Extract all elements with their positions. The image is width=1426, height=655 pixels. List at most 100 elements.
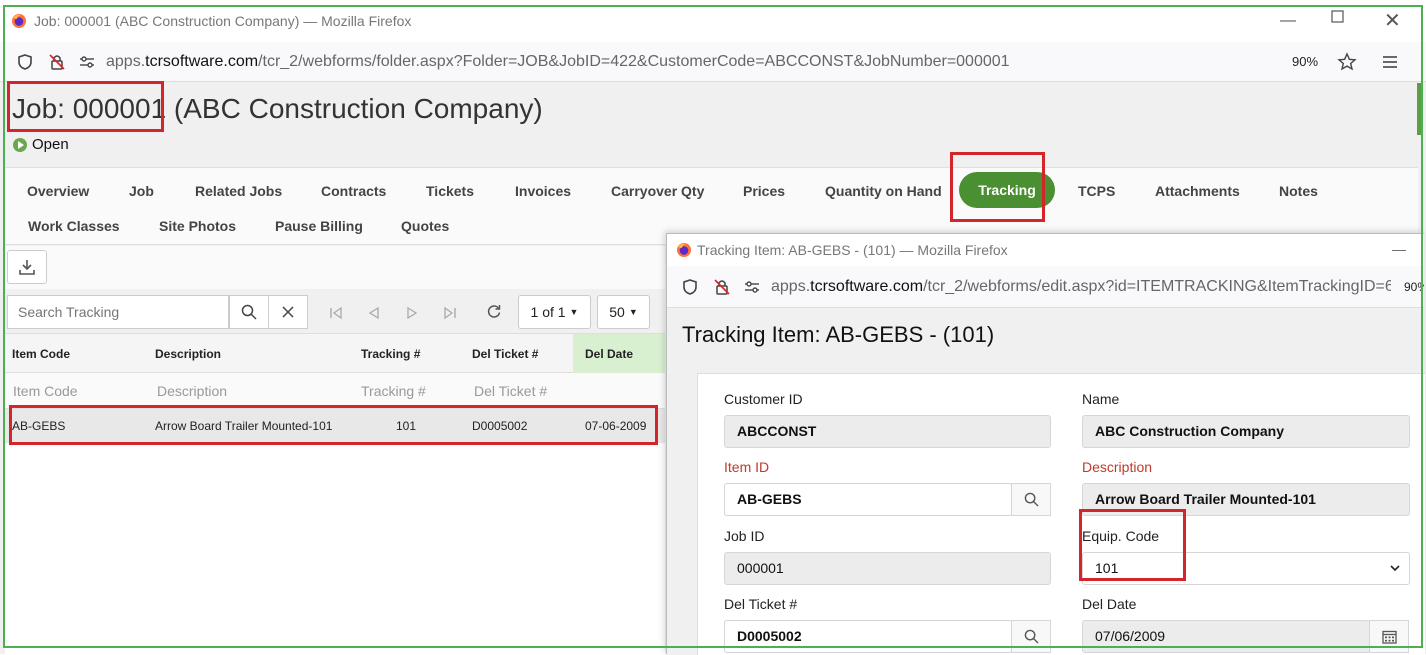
equip-code-select[interactable]: 101 — [1082, 552, 1410, 585]
clear-icon — [281, 305, 295, 319]
tab-tcps[interactable]: TCPS — [1078, 183, 1115, 199]
caret-down-icon: ▼ — [569, 307, 579, 317]
shield-icon[interactable] — [16, 53, 34, 71]
tab-invoices[interactable]: Invoices — [515, 183, 571, 199]
search-button[interactable] — [229, 295, 269, 329]
del-date-field[interactable]: 07/06/2009 — [1082, 620, 1370, 653]
zoom-level[interactable]: 90% — [1292, 54, 1318, 69]
insecure-lock-icon[interactable] — [713, 278, 731, 296]
url-bar[interactable]: apps.tcrsoftware.com/tcr_2/webforms/fold… — [0, 42, 1426, 82]
search-icon — [1024, 492, 1039, 507]
title-bar: Job: 000001 (ABC Construction Company) —… — [0, 0, 1426, 42]
cell-description: Arrow Board Trailer Mounted-101 — [155, 419, 333, 433]
tab-tickets[interactable]: Tickets — [426, 183, 474, 199]
maximize-icon[interactable] — [1331, 10, 1344, 23]
refresh-icon[interactable] — [486, 303, 502, 319]
site-settings-icon[interactable] — [78, 53, 96, 71]
status-text: Open — [32, 136, 69, 153]
tab-tracking[interactable]: Tracking — [959, 172, 1055, 208]
filter-description[interactable]: Description — [157, 383, 227, 399]
tab-prices[interactable]: Prices — [743, 183, 785, 199]
tab-overview[interactable]: Overview — [27, 183, 89, 199]
download-button[interactable] — [7, 250, 47, 284]
popup-zoom-level[interactable]: 90% — [1404, 280, 1424, 294]
tracking-item-popup-window: Tracking Item: AB-GEBS - (101) — Mozilla… — [666, 233, 1425, 655]
window-title: Job: 000001 (ABC Construction Company) —… — [34, 13, 412, 29]
del-ticket-label: Del Ticket # — [724, 596, 798, 612]
play-circle-icon — [13, 137, 27, 152]
search-input[interactable] — [7, 295, 229, 329]
customer-id-label: Customer ID — [724, 391, 803, 407]
item-id-field[interactable]: AB-GEBS — [724, 483, 1012, 516]
tab-quantity-on-hand[interactable]: Quantity on Hand — [825, 183, 942, 199]
grid-header: Item Code Description Tracking # Del Tic… — [5, 333, 665, 373]
popup-url-text[interactable]: apps.tcrsoftware.com/tcr_2/webforms/edit… — [771, 278, 1391, 296]
tab-contracts[interactable]: Contracts — [321, 183, 386, 199]
table-row[interactable]: AB-GEBS Arrow Board Trailer Mounted-101 … — [5, 409, 665, 443]
popup-title-bar: Tracking Item: AB-GEBS - (101) — Mozilla… — [667, 234, 1424, 266]
grid-toolbar — [5, 246, 665, 289]
column-header-del-ticket[interactable]: Del Ticket # — [472, 347, 538, 361]
last-page-icon[interactable] — [443, 306, 457, 320]
description-field[interactable]: Arrow Board Trailer Mounted-101 — [1082, 483, 1410, 516]
tab-pause-billing[interactable]: Pause Billing — [275, 218, 363, 234]
page-size-select[interactable]: 50 ▼ — [597, 295, 650, 329]
close-icon[interactable]: ✕ — [1384, 8, 1401, 33]
popup-url-bar[interactable]: apps.tcrsoftware.com/tcr_2/webforms/edit… — [667, 266, 1424, 308]
site-settings-icon[interactable] — [743, 278, 761, 296]
tracking-form: Customer ID ABCCONST Name ABC Constructi… — [697, 373, 1425, 655]
tab-attachments[interactable]: Attachments — [1155, 183, 1240, 199]
scrollbar-thumb[interactable] — [1417, 83, 1423, 135]
tab-notes[interactable]: Notes — [1279, 183, 1318, 199]
del-ticket-field[interactable]: D0005002 — [724, 620, 1012, 653]
filter-tracking[interactable]: Tracking # — [361, 383, 426, 399]
tab-carryover-qty[interactable]: Carryover Qty — [611, 183, 704, 199]
cell-item-code: AB-GEBS — [12, 419, 66, 433]
previous-page-icon[interactable] — [367, 306, 381, 320]
firefox-icon — [676, 242, 692, 258]
tab-job[interactable]: Job — [129, 183, 154, 199]
tab-site-photos[interactable]: Site Photos — [159, 218, 236, 234]
date-picker-button[interactable] — [1369, 620, 1409, 653]
column-header-del-date[interactable]: Del Date — [585, 347, 633, 361]
minimize-icon[interactable]: — — [1280, 12, 1296, 30]
bookmark-star-icon[interactable] — [1337, 51, 1357, 72]
tab-quotes[interactable]: Quotes — [401, 218, 449, 234]
chevron-down-icon — [1389, 553, 1401, 584]
page-title: Job: 000001 (ABC Construction Company) — [12, 93, 543, 125]
column-header-item-code[interactable]: Item Code — [12, 347, 70, 361]
del-ticket-lookup-button[interactable] — [1011, 620, 1051, 653]
cell-del-ticket: D0005002 — [472, 419, 528, 433]
equip-code-value: 101 — [1095, 560, 1119, 576]
popup-page-title: Tracking Item: AB-GEBS - (101) — [682, 322, 995, 347]
filter-del-ticket[interactable]: Del Ticket # — [474, 383, 547, 399]
url-text[interactable]: apps.tcrsoftware.com/tcr_2/webforms/fold… — [106, 53, 1010, 71]
grid-empty-area — [5, 443, 665, 654]
column-header-tracking[interactable]: Tracking # — [361, 347, 420, 361]
company-title: (ABC Construction Company) — [173, 93, 543, 124]
cell-tracking: 101 — [396, 419, 417, 433]
item-id-lookup-button[interactable] — [1011, 483, 1051, 516]
filter-item-code[interactable]: Item Code — [13, 383, 78, 399]
shield-icon[interactable] — [681, 278, 699, 296]
next-page-icon[interactable] — [405, 306, 419, 320]
column-header-description[interactable]: Description — [155, 347, 221, 361]
customer-id-field[interactable]: ABCCONST — [724, 415, 1051, 448]
menu-icon[interactable] — [1382, 55, 1398, 69]
insecure-lock-icon[interactable] — [48, 53, 66, 71]
job-id-field[interactable]: 000001 — [724, 552, 1051, 585]
name-field[interactable]: ABC Construction Company — [1082, 415, 1410, 448]
tab-work-classes[interactable]: Work Classes — [28, 218, 120, 234]
page-size: 50 — [609, 304, 625, 320]
popup-page: Tracking Item: AB-GEBS - (101) Customer … — [667, 308, 1425, 655]
status-indicator: Open — [13, 136, 69, 153]
name-label: Name — [1082, 391, 1120, 407]
popup-window-title: Tracking Item: AB-GEBS - (101) — Mozilla… — [697, 242, 1008, 258]
clear-search-button[interactable] — [268, 295, 308, 329]
job-id-label: Job ID — [724, 528, 765, 544]
page-select[interactable]: 1 of 1 ▼ — [518, 295, 591, 329]
minimize-icon[interactable]: — — [1392, 241, 1406, 257]
first-page-icon[interactable] — [329, 306, 343, 320]
tab-related-jobs[interactable]: Related Jobs — [195, 183, 282, 199]
page-indicator: 1 of 1 — [530, 304, 566, 320]
